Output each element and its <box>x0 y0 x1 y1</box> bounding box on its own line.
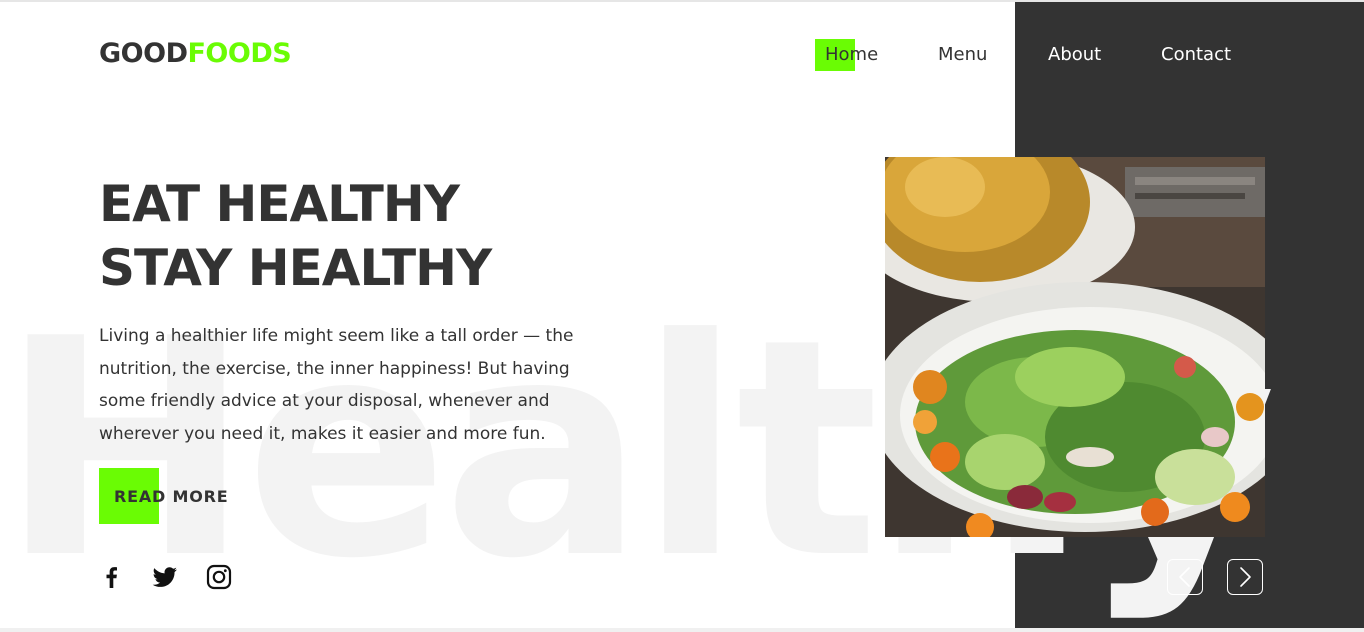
hero-paragraph: Living a healthier life might seem like … <box>99 326 574 444</box>
chevron-left-icon <box>1179 567 1190 587</box>
slider-prev-button[interactable] <box>1167 559 1203 595</box>
slider-next-button[interactable] <box>1227 559 1263 595</box>
brand-logo-part2: FOODS <box>187 38 292 69</box>
brand-logo-part1: GOOD <box>99 38 188 69</box>
bottom-border <box>0 628 1364 632</box>
nav-item-about[interactable]: About <box>1048 44 1101 65</box>
hero-title-line1: EAT HEALTHY <box>99 175 460 233</box>
nav-item-contact[interactable]: Contact <box>1161 44 1231 65</box>
nav-item-menu[interactable]: Menu <box>938 44 987 65</box>
read-more-button[interactable]: READ MORE <box>114 487 228 506</box>
hero-title: EAT HEALTHY STAY HEALTHY <box>99 172 492 300</box>
chevron-right-icon <box>1240 567 1251 587</box>
brand-logo[interactable]: GOODFOODS <box>99 38 292 69</box>
twitter-icon[interactable] <box>152 564 178 590</box>
hero-salad-image <box>885 157 1265 537</box>
hero-title-line2: STAY HEALTHY <box>99 239 492 297</box>
nav-item-home[interactable]: Home <box>825 44 878 65</box>
facebook-icon[interactable] <box>99 564 125 590</box>
instagram-icon[interactable] <box>206 564 232 590</box>
